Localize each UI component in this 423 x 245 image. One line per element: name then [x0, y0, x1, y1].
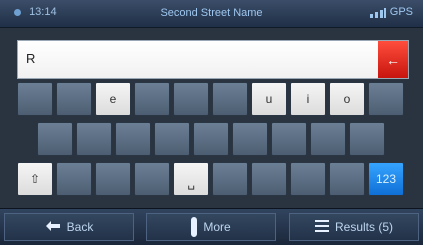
numeric-mode-key[interactable]: 123 [368, 162, 404, 196]
more-label: More [203, 220, 231, 234]
key[interactable] [329, 162, 365, 196]
back-button[interactable]: Back [4, 213, 134, 241]
status-bar: 13:14 Second Street Name GPS [0, 0, 423, 28]
back-label: Back [66, 220, 94, 234]
shift-key[interactable]: ⇧ [17, 162, 53, 196]
key[interactable] [349, 122, 385, 156]
key[interactable] [95, 162, 131, 196]
key[interactable] [154, 122, 190, 156]
status-right: GPS [369, 6, 413, 18]
key-o[interactable]: o [329, 82, 365, 116]
key-label: i [306, 92, 310, 106]
space-icon: ␣ [187, 176, 195, 190]
key-label: e [109, 92, 117, 106]
key[interactable] [56, 82, 92, 116]
results-label: Results (5) [334, 220, 393, 234]
space-key[interactable]: ␣ [173, 162, 209, 196]
key[interactable] [310, 122, 346, 156]
search-input[interactable]: R ← [17, 40, 409, 79]
key[interactable] [173, 82, 209, 116]
key[interactable] [271, 122, 307, 156]
backspace-button[interactable]: ← [378, 41, 408, 78]
keyboard: e u i o ⇧ ␣ 123 [17, 82, 407, 202]
search-text: R [26, 51, 36, 66]
key[interactable] [290, 162, 326, 196]
key-label: u [265, 92, 273, 106]
key[interactable] [251, 162, 287, 196]
backspace-icon: ← [386, 51, 400, 68]
key[interactable] [212, 162, 248, 196]
key-i[interactable]: i [290, 82, 326, 116]
shift-icon: ⇧ [29, 172, 41, 186]
key[interactable] [17, 82, 53, 116]
key[interactable] [368, 82, 404, 116]
more-icon [191, 217, 198, 237]
mode-label: 123 [375, 172, 397, 186]
signal-icon [369, 7, 387, 18]
key[interactable] [76, 122, 112, 156]
key[interactable] [134, 82, 170, 116]
key[interactable] [134, 162, 170, 196]
key[interactable] [37, 122, 73, 156]
key[interactable] [56, 162, 92, 196]
key-e[interactable]: e [95, 82, 131, 116]
more-button[interactable]: More [146, 213, 276, 241]
back-arrow-icon [45, 220, 61, 235]
key[interactable] [193, 122, 229, 156]
list-icon [314, 219, 329, 235]
key[interactable] [232, 122, 268, 156]
key-label: o [343, 92, 351, 106]
key[interactable] [212, 82, 248, 116]
key[interactable] [115, 122, 151, 156]
results-button[interactable]: Results (5) [289, 213, 419, 241]
signal-label: GPS [389, 6, 413, 18]
bottom-bar: Back More Results (5) [0, 208, 423, 245]
screen-title: Second Street Name [160, 7, 263, 19]
key-u[interactable]: u [251, 82, 287, 116]
